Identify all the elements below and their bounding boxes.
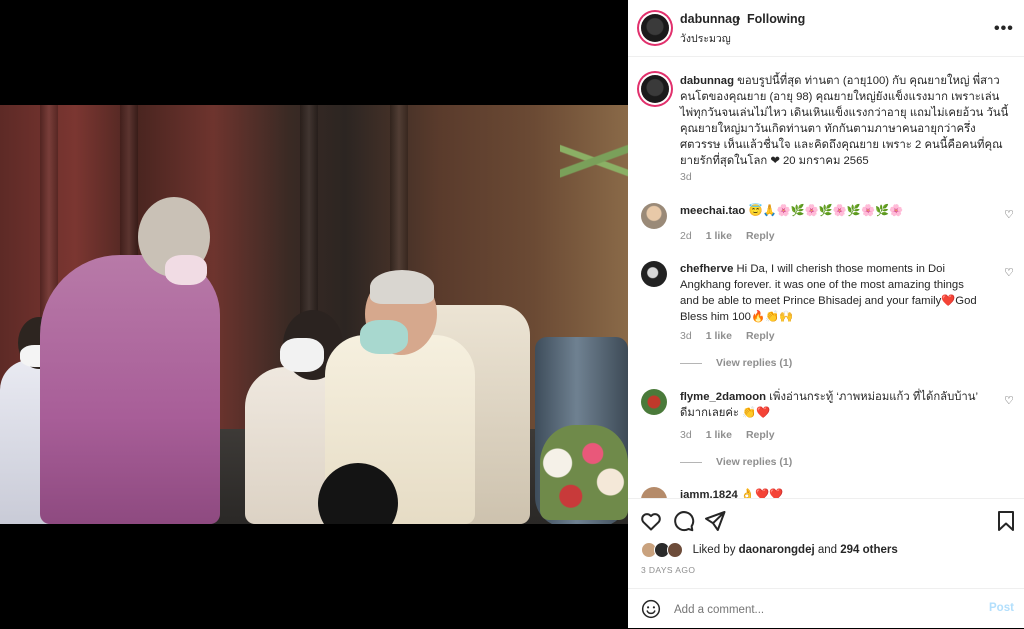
reply-button[interactable]: Reply [746,429,775,441]
comment-like-icon[interactable]: ♡ [1004,208,1014,221]
face-mask [165,255,207,285]
plant-leaves [560,115,628,225]
caption-avatar[interactable] [641,75,669,103]
paper-plane-icon[interactable] [703,509,727,533]
author-avatar[interactable] [641,14,669,42]
view-replies-button[interactable]: View replies (1) [680,357,792,369]
following-button[interactable]: Following [747,12,805,26]
post-actions: Liked by daonarongdej and 294 others 3 D… [628,498,1024,589]
caption-username[interactable]: dabunnag [680,75,734,87]
liker-username[interactable]: daonarongdej [739,544,815,556]
post-sidebar: dabunnag • Following วังประมวญ ••• dabun… [628,0,1024,628]
comment-username[interactable]: meechai.tao [680,205,745,217]
post-image-pane [0,0,628,628]
elderly-man-hair [370,270,434,304]
view-replies-button[interactable]: View replies (1) [680,456,792,468]
comment-text: 😇🙏🌸🌿🌸🌿🌸🌿🌸🌿🌸 [748,205,904,217]
comment-likes[interactable]: 1 like [706,230,732,242]
author-username[interactable]: dabunnag [680,12,740,26]
post-photo[interactable] [0,105,628,524]
separator-dot: • [736,12,741,26]
caption-text: ขอบรูปนี้ที่สุด ท่านตา (อายุ100) กับ คุณ… [680,75,1009,167]
replies-line [680,461,702,463]
post-date[interactable]: 3 DAYS AGO [641,565,695,575]
liked-by-prefix: Liked by [692,544,739,557]
comment-username[interactable]: iamm.1824 [680,489,738,498]
comment-time[interactable]: 2d [680,230,692,242]
comment-item: meechai.tao 😇🙏🌸🌿🌸🌿🌸🌿🌸🌿🌸 [680,203,980,219]
comment-username[interactable]: flyme_2damoon [680,391,766,403]
commenter-avatar[interactable] [641,389,667,415]
comment-time[interactable]: 3d [680,429,692,441]
likes-summary: Liked by daonarongdej and 294 others [641,542,898,558]
commenter-avatar[interactable] [641,487,667,498]
liked-by-middle: and [814,544,841,557]
caption-meta: 3d [680,171,692,183]
comment-item: iamm.1824 👌❤️❤️ [680,487,980,498]
post-header: dabunnag • Following วังประมวญ ••• [628,0,1024,57]
comment-text: 👌❤️❤️ [740,489,784,498]
face-mask [280,338,324,372]
comment-item: flyme_2damoon เพิ่งอ่านกระทู้ ‘ภาพหม่อมแ… [680,389,980,421]
comment-input[interactable] [672,599,966,621]
caption-time[interactable]: 3d [680,171,692,183]
comment-username[interactable]: chefherve [680,263,733,275]
reply-button[interactable]: Reply [746,330,775,342]
view-replies-label: View replies (1) [716,357,793,369]
comment-time[interactable]: 3d [680,330,692,342]
view-replies-label: View replies (1) [716,456,793,468]
liker-avatar [667,542,684,558]
comment-likes[interactable]: 1 like [706,330,732,342]
comment-bar: Post [628,588,1024,629]
heart-icon[interactable] [639,509,663,533]
more-options-icon[interactable]: ••• [994,20,1014,38]
post-location[interactable]: วังประมวญ [680,30,731,47]
replies-line [680,362,702,364]
comment-like-icon[interactable]: ♡ [1004,266,1014,279]
reply-button[interactable]: Reply [746,230,775,242]
face-mask [360,320,408,354]
comment-meta: 3d 1 like Reply [680,429,775,441]
others-count[interactable]: 294 others [840,544,898,556]
comment-icon[interactable] [671,509,695,533]
flower-arrangement [540,425,628,520]
bookmark-icon[interactable] [994,509,1018,533]
comment-item: chefherve Hi Da, I will cherish those mo… [680,261,980,325]
comments-list[interactable]: dabunnag ขอบรูปนี้ที่สุด ท่านตา (อายุ100… [628,57,1024,498]
commenter-avatar[interactable] [641,203,667,229]
post-button[interactable]: Post [989,602,1014,614]
comment-meta: 2d 1 like Reply [680,230,775,242]
smiley-icon[interactable] [641,599,661,619]
post-caption: dabunnag ขอบรูปนี้ที่สุด ท่านตา (อายุ100… [680,73,1010,169]
commenter-avatar[interactable] [641,261,667,287]
comment-meta: 3d 1 like Reply [680,330,775,342]
comment-likes[interactable]: 1 like [706,429,732,441]
comment-like-icon[interactable]: ♡ [1004,394,1014,407]
elderly-woman-pink-dress [40,255,220,524]
